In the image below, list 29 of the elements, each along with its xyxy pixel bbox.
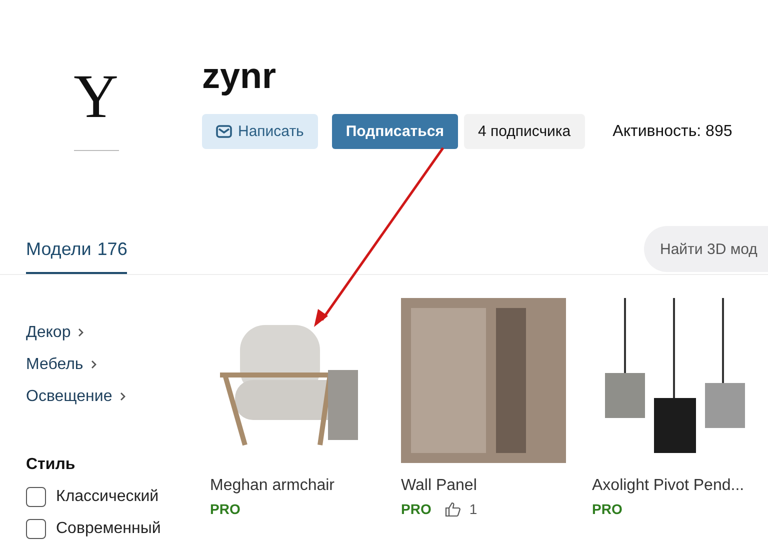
model-name[interactable]: Wall Panel [401, 477, 576, 495]
checkbox[interactable] [26, 487, 46, 507]
message-button[interactable]: Написать [202, 114, 318, 149]
logo-letter: Y [74, 62, 118, 132]
logo-caption-line [74, 150, 118, 151]
chevron-right-icon [90, 360, 97, 369]
model-name[interactable]: Axolight Pivot Pend... [592, 477, 767, 495]
mail-icon [216, 125, 232, 138]
thumbs-up-icon[interactable] [445, 502, 462, 516]
pro-label: PRO [210, 501, 240, 517]
chevron-right-icon [120, 392, 126, 401]
checkbox[interactable] [26, 519, 46, 539]
checkbox-label: Современный [56, 520, 161, 538]
activity-count: Активность: 895 [612, 122, 732, 140]
filter-title: Стиль [26, 455, 76, 475]
like-count: 1 [469, 501, 478, 517]
chevron-right-icon [78, 328, 84, 337]
profile-name: zynr [202, 58, 278, 94]
category-link[interactable]: Декор [26, 317, 210, 349]
search-field[interactable]: Найти 3D мод [644, 226, 768, 272]
checkbox-label: Классический [56, 488, 159, 506]
pro-label: PRO [592, 501, 622, 517]
model-name[interactable]: Meghan armchair [210, 477, 385, 495]
category-link[interactable]: Мебель [26, 349, 210, 381]
subscribers-button[interactable]: 4 подписчика [464, 114, 585, 149]
subscribe-button[interactable]: Подписаться [332, 114, 458, 149]
pro-label: PRO [401, 501, 432, 517]
category-link[interactable]: Освещение [26, 381, 210, 413]
models-tab[interactable]: Модели 176 [26, 226, 128, 274]
